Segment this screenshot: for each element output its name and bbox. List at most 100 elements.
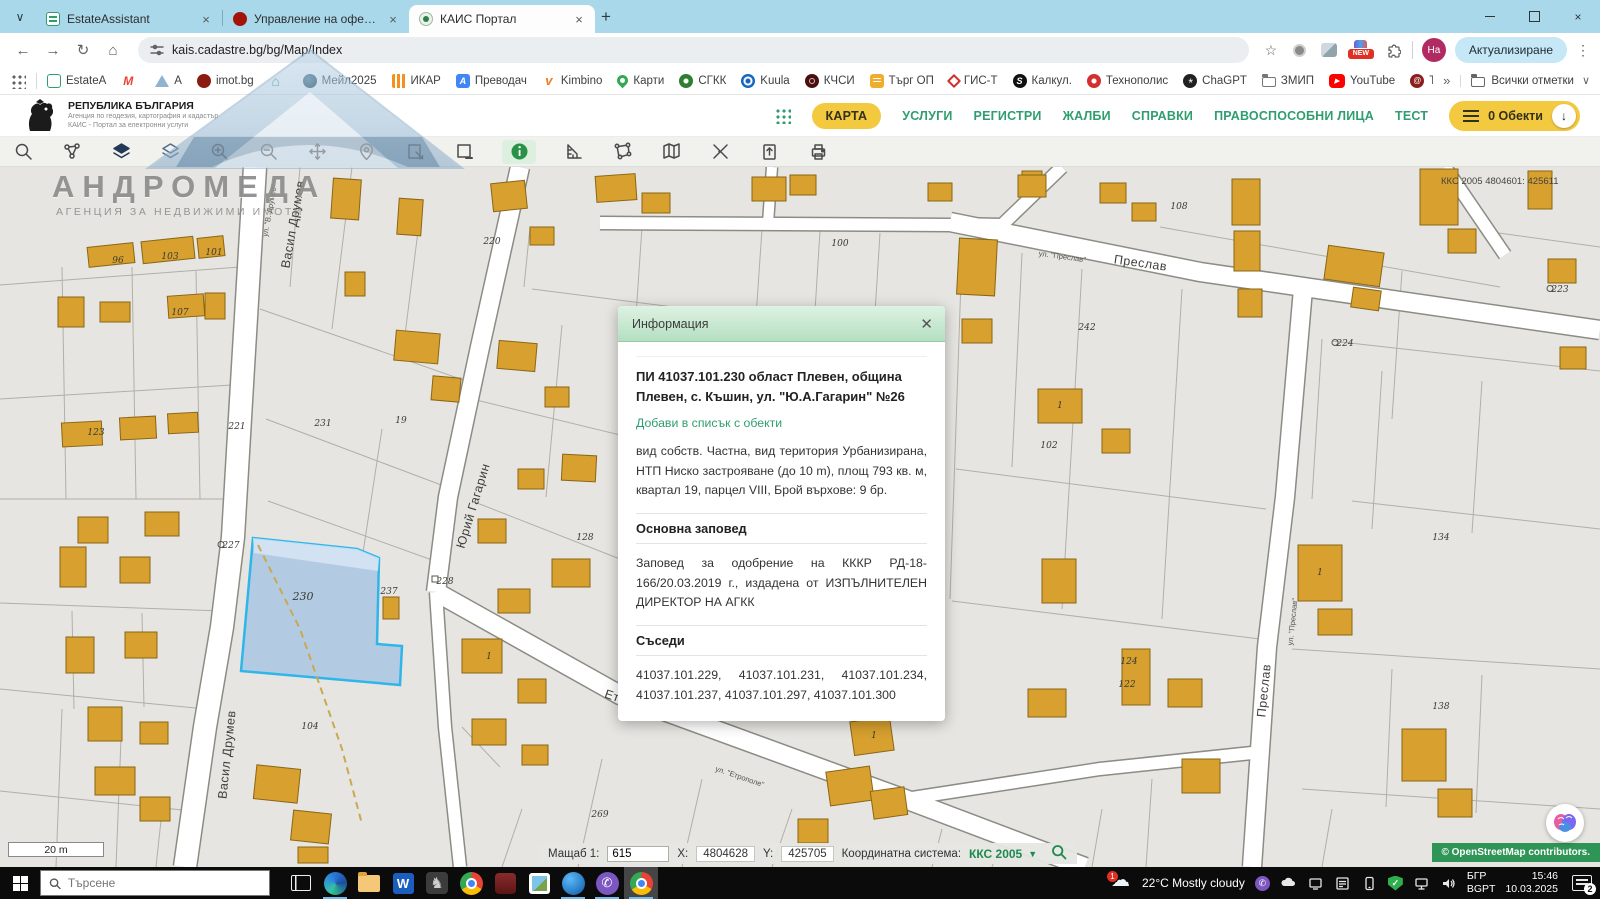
crs-dropdown[interactable]: ККС 2005 ▼ [969, 847, 1037, 861]
bookmark-item[interactable]: Калкул. [1013, 74, 1072, 88]
government-logo[interactable]: РЕПУБЛИКА БЪЛГАРИЯ Агенция по геодезия, … [20, 99, 218, 133]
bookmark-item[interactable]: Карти [617, 75, 664, 87]
word-icon[interactable] [386, 867, 420, 899]
site-settings-icon[interactable] [150, 43, 164, 57]
layers-dark-icon[interactable] [110, 140, 133, 164]
nav-item-test[interactable]: ТЕСТ [1395, 109, 1428, 123]
nav-item-zhalbi[interactable]: ЖАЛБИ [1063, 109, 1111, 123]
bookmark-item[interactable]: Технополис [1087, 74, 1168, 88]
tray-phone-icon[interactable] [1361, 875, 1378, 892]
url-bar[interactable]: kais.cadastre.bg/bg/Map/Index [138, 37, 1249, 63]
edge-icon[interactable] [318, 867, 352, 899]
all-bookmarks-button[interactable]: Всички отметки [1460, 75, 1574, 87]
tab-estateassistant[interactable]: EstateAssistant × [36, 5, 222, 33]
coordinates-search-icon[interactable] [1051, 844, 1067, 863]
tray-list-icon[interactable] [1334, 875, 1351, 892]
apps-grid-icon[interactable] [10, 73, 26, 89]
back-icon[interactable]: ← [10, 37, 36, 63]
close-window-button[interactable]: × [1556, 0, 1600, 33]
app-dark-icon[interactable] [420, 867, 454, 899]
maximize-button[interactable] [1512, 0, 1556, 33]
forward-icon[interactable]: → [40, 37, 66, 63]
taskbar-search-input[interactable] [68, 876, 261, 890]
file-explorer-icon[interactable] [352, 867, 386, 899]
tray-onedrive-icon[interactable] [1280, 875, 1297, 892]
bookmark-item[interactable]: A [155, 75, 182, 87]
tray-network-icon[interactable] [1413, 875, 1430, 892]
nav-apps-dots-icon[interactable] [775, 108, 791, 124]
reload-icon[interactable]: ↻ [70, 37, 96, 63]
bookmark-star-icon[interactable]: ☆ [1261, 40, 1281, 60]
map-area[interactable]: 9610310112310722010022123119128104269242… [0, 167, 1600, 867]
taskbar-search[interactable] [40, 870, 270, 896]
start-button[interactable] [0, 867, 40, 899]
bookmark-item[interactable]: ГИС-Т [949, 75, 998, 87]
extension-dot-icon[interactable] [1290, 40, 1310, 60]
tab-close-icon[interactable]: × [571, 12, 587, 27]
popup-header[interactable]: Информация ✕ [618, 306, 945, 342]
zoom-in-icon[interactable] [208, 140, 231, 164]
tray-volume-icon[interactable] [1440, 875, 1457, 892]
browser-menu-icon[interactable]: ⋮ [1576, 42, 1590, 59]
nav-item-uslugi[interactable]: УСЛУГИ [902, 109, 952, 123]
extension-new-icon[interactable]: NEW [1348, 41, 1374, 59]
bookmark-item[interactable]: Kimbino [542, 74, 603, 88]
nav-item-karta[interactable]: КАРТА [812, 103, 882, 129]
extension-brain-icon[interactable] [1546, 804, 1584, 842]
browser-update-button[interactable]: Актуализиране [1455, 37, 1567, 63]
chrome-active-icon[interactable] [624, 867, 658, 899]
app-blue-icon[interactable] [556, 867, 590, 899]
bookmark-item[interactable]: Kuula [741, 74, 789, 88]
tab-search-chevron-icon[interactable]: ∨ [8, 5, 32, 29]
bookmarks-bar-chevron-icon[interactable]: ∨ [1582, 74, 1590, 87]
polygon-draw-icon[interactable] [611, 140, 634, 164]
export-icon[interactable] [758, 140, 781, 164]
weather-widget[interactable]: 1 22°C Mostly cloudy [1109, 875, 1245, 892]
print-icon[interactable] [807, 140, 830, 164]
bookmark-item[interactable]: КЧСИ [805, 74, 855, 88]
add-to-objects-link[interactable]: Добави в списък с обекти [636, 416, 782, 430]
zoom-out-icon[interactable] [257, 140, 280, 164]
extension-image-icon[interactable] [1319, 40, 1339, 60]
minimize-button[interactable] [1468, 0, 1512, 33]
bookmark-item[interactable]: YouTube [1329, 74, 1395, 88]
nav-item-registri[interactable]: РЕГИСТРИ [974, 109, 1042, 123]
bookmark-item[interactable] [269, 74, 288, 88]
select-area-icon[interactable] [404, 140, 427, 164]
measure-icon[interactable] [562, 140, 585, 164]
bookmark-item[interactable]: Мейл2025 [303, 74, 377, 88]
scale-input[interactable] [607, 846, 669, 862]
app-red-icon[interactable] [488, 867, 522, 899]
osm-attribution[interactable]: © OpenStreetMap contributors. [1432, 843, 1600, 862]
objects-counter-button[interactable]: 0 Обекти ↓ [1449, 101, 1580, 131]
tray-display-icon[interactable] [1307, 875, 1324, 892]
tab-kais-portal-active[interactable]: КАИС Портал × [409, 5, 595, 33]
new-tab-button[interactable]: + [601, 7, 611, 27]
home-icon[interactable]: ⌂ [100, 37, 126, 63]
download-objects-icon[interactable]: ↓ [1552, 104, 1576, 128]
map-settings-nodes-icon[interactable] [61, 140, 84, 164]
bookmark-item[interactable]: ChaGPT [1183, 74, 1247, 88]
clear-selection-icon[interactable] [453, 140, 476, 164]
bookmark-item[interactable]: СГКК [679, 74, 726, 88]
roads-tool-icon[interactable] [709, 140, 732, 164]
tab-close-icon[interactable]: × [385, 12, 401, 27]
bookmark-item[interactable]: ТЕХНОМАРКЕТ [1410, 74, 1433, 88]
bookmark-item[interactable]: ЗМИП [1262, 75, 1314, 87]
layers-icon[interactable] [159, 140, 182, 164]
photos-icon[interactable] [522, 867, 556, 899]
bookmark-item[interactable]: EstateA [47, 74, 106, 88]
bookmark-item[interactable]: imot.bg [197, 74, 254, 88]
clock[interactable]: 15:46 10.03.2025 [1505, 870, 1558, 895]
tab-close-icon[interactable]: × [198, 12, 214, 27]
viber-icon[interactable] [590, 867, 624, 899]
language-indicator[interactable]: БГР BGPT [1467, 870, 1496, 895]
map-legend-icon[interactable] [660, 140, 683, 164]
bookmark-item[interactable]: Търг ОП [870, 74, 934, 88]
bookmark-item[interactable]: ИКАР [392, 74, 441, 88]
task-view-icon[interactable] [284, 867, 318, 899]
notification-center-icon[interactable]: 2 [1572, 875, 1592, 891]
bookmarks-overflow-chevron[interactable]: » [1443, 73, 1450, 88]
nav-item-spravki[interactable]: СПРАВКИ [1132, 109, 1193, 123]
pan-icon[interactable] [306, 140, 329, 164]
